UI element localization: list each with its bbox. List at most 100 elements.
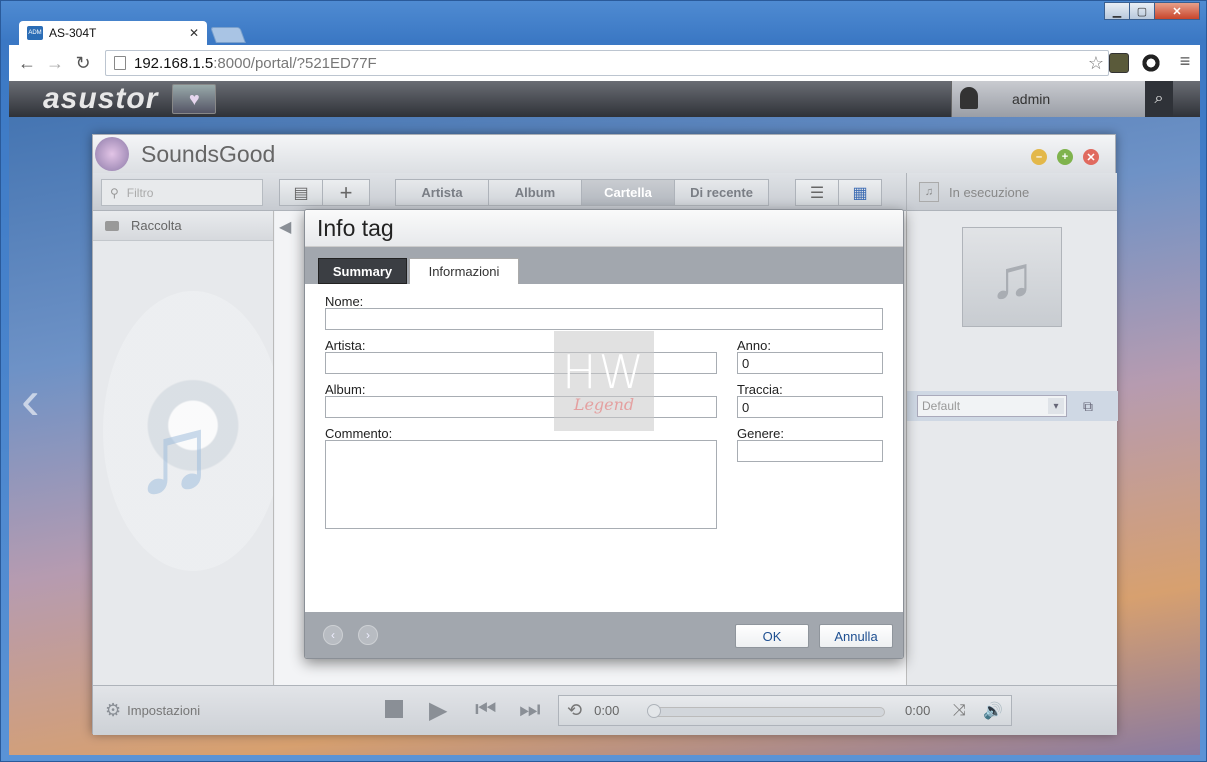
tab-artist[interactable]: Artista <box>396 180 489 205</box>
dialog-footer: ‹ › OK Annulla <box>305 612 903 658</box>
app-window-controls: – + ✕ <box>1021 149 1099 165</box>
tab-folder[interactable]: Cartella <box>582 180 675 205</box>
album-label: Album: <box>325 382 366 397</box>
new-tab-button[interactable] <box>210 27 246 43</box>
bookmark-star-icon[interactable]: ☆ <box>1088 53 1104 74</box>
chevron-down-icon: ▾ <box>1048 398 1064 414</box>
playlist-button[interactable]: ▤ <box>279 179 323 206</box>
extension-off-icon[interactable] <box>1141 53 1161 73</box>
app-maximize-icon[interactable]: + <box>1057 149 1073 165</box>
tab-close-icon[interactable]: ✕ <box>189 26 199 40</box>
tab-recent[interactable]: Di recente <box>675 180 768 205</box>
back-icon[interactable]: ← <box>13 53 41 74</box>
app-close-icon[interactable]: ✕ <box>1083 149 1099 165</box>
browser-toolbar: ← → ↻ 192.168.1.5:8000/portal/?521ED77F … <box>9 45 1200 81</box>
filter-placeholder: Filtro <box>126 185 154 200</box>
filter-input[interactable]: ⚲ Filtro <box>101 179 263 206</box>
gear-icon: ⚙ <box>105 700 122 720</box>
watermark-logo: HW Legend <box>554 331 654 431</box>
year-label: Anno: <box>737 338 771 353</box>
next-track-icon[interactable]: ⏭ <box>519 696 541 724</box>
menu-icon[interactable]: ≡ <box>1171 51 1199 72</box>
seek-thumb[interactable] <box>647 704 661 718</box>
user-icon <box>960 87 978 109</box>
grid-view-button[interactable]: ▦ <box>838 179 882 206</box>
preset-select[interactable]: Default ▾ <box>917 395 1067 417</box>
repeat-icon[interactable]: ⟲ <box>567 700 582 721</box>
watermark-small-text: Legend <box>573 394 635 414</box>
album-cover-placeholder-icon: ♫ <box>962 227 1062 327</box>
track-label: Traccia: <box>737 382 783 397</box>
stop-icon[interactable] <box>385 700 403 718</box>
sidebar-item-label: Raccolta <box>131 218 182 233</box>
next-icon[interactable]: › <box>358 625 378 645</box>
music-note-illustration-icon: ♫ <box>133 393 216 516</box>
soundsgood-logo-icon <box>95 137 129 171</box>
time-total: 0:00 <box>905 703 931 718</box>
tab-album[interactable]: Album <box>489 180 582 205</box>
genre-input[interactable] <box>737 440 883 462</box>
settings-button[interactable]: ⚙ Impostazioni <box>105 700 200 721</box>
back-arrow-icon[interactable]: ◀ <box>279 217 291 237</box>
dialog-body: Nome: Artista: Anno: 0 Album: Traccia: 0… <box>305 284 903 612</box>
track-input[interactable]: 0 <box>737 396 883 418</box>
desktop-prev-arrow-icon[interactable]: ‹ <box>21 367 40 432</box>
maximize-icon[interactable]: ▢ <box>1129 2 1155 20</box>
dialog-tabs: Summary Informazioni <box>305 247 903 284</box>
collection-icon <box>105 220 119 231</box>
close-window-icon[interactable]: ✕ <box>1154 2 1200 20</box>
now-playing-header: ♫ In esecuzione <box>906 173 1117 211</box>
comment-textarea[interactable] <box>325 440 717 529</box>
sidebar-item-collection[interactable]: Raccolta <box>93 211 273 241</box>
app-titlebar: SoundsGood – + ✕ <box>93 135 1115 173</box>
settings-label: Impostazioni <box>127 703 201 718</box>
year-input[interactable]: 0 <box>737 352 883 374</box>
app-toolbar: ⚲ Filtro ▤ + Artista Album Cartella Di r… <box>93 173 1117 211</box>
artist-input[interactable] <box>325 352 717 374</box>
extension-icon[interactable] <box>1109 53 1129 73</box>
minimize-icon[interactable]: ▁ <box>1104 2 1130 20</box>
cancel-button[interactable]: Annulla <box>819 624 893 648</box>
search-icon[interactable]: ⌕ <box>1145 81 1173 117</box>
preset-bar: Default ▾ ⧉ <box>907 391 1118 421</box>
tab-summary[interactable]: Summary <box>318 258 407 284</box>
page-icon <box>114 56 126 70</box>
tab-informazioni[interactable]: Informazioni <box>409 258 519 284</box>
tab-title: AS-304T <box>49 26 97 40</box>
now-playing-label: In esecuzione <box>949 184 1030 200</box>
preset-value: Default <box>922 399 961 413</box>
search-icon: ⚲ <box>110 185 119 200</box>
seek-bar[interactable] <box>649 707 885 717</box>
player-bar: ⚙ Impostazioni ▶ ⏮ ⏭ ⟲ 0:00 0:00 ⤨ 🔊 <box>93 685 1117 735</box>
preset-edit-icon[interactable]: ⧉ <box>1083 398 1093 415</box>
window-controls: ▁ ▢ ✕ <box>1104 2 1200 20</box>
app-minimize-icon[interactable]: – <box>1031 149 1047 165</box>
artist-label: Artista: <box>325 338 366 353</box>
url-host: 192.168.1.5 <box>134 54 214 72</box>
soundsgood-taskbar-button[interactable]: ♥ <box>172 84 217 114</box>
forward-icon[interactable]: → <box>41 53 69 74</box>
name-input[interactable] <box>325 308 883 330</box>
address-bar[interactable]: 192.168.1.5:8000/portal/?521ED77F ☆ <box>105 50 1109 76</box>
adm-topbar: asustor ♥ admin ⌕ <box>9 81 1200 117</box>
sidebar: Raccolta ♫ <box>93 211 274 685</box>
previous-icon[interactable]: ‹ <box>323 625 343 645</box>
browser-tab[interactable]: ADM AS-304T ✕ <box>19 21 207 45</box>
comment-label: Commento: <box>325 426 393 441</box>
list-view-button[interactable]: ☰ <box>795 179 839 206</box>
shuffle-icon[interactable]: ⤨ <box>953 702 966 720</box>
album-input[interactable] <box>325 396 717 418</box>
progress-panel: ⟲ 0:00 0:00 ⤨ 🔊 <box>558 695 1012 726</box>
url-path: :8000/portal/?521ED77F <box>213 54 377 72</box>
previous-track-icon[interactable]: ⏮ <box>475 696 497 724</box>
view-tabs: Artista Album Cartella Di recente <box>395 179 769 206</box>
user-menu[interactable]: admin ⌕ <box>951 81 1173 117</box>
play-icon[interactable]: ▶ <box>429 696 447 725</box>
genre-label: Genere: <box>737 426 784 441</box>
asustor-logo: asustor <box>43 82 159 115</box>
tab-favicon-icon: ADM <box>27 26 43 40</box>
reload-icon[interactable]: ↻ <box>69 53 97 74</box>
volume-icon[interactable]: 🔊 <box>983 701 1003 721</box>
add-button[interactable]: + <box>322 179 370 206</box>
ok-button[interactable]: OK <box>735 624 809 648</box>
